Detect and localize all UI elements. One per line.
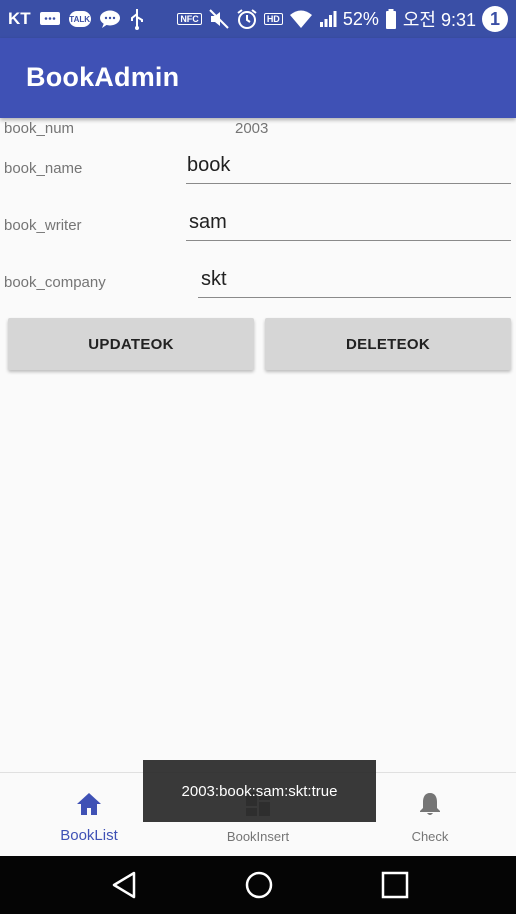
book-name-value: book	[187, 154, 231, 176]
nfc-icon: NFC	[177, 13, 202, 25]
book-num-label: book_num	[4, 120, 75, 137]
clock: 오전 9:31	[402, 10, 476, 30]
hd-icon: HD	[263, 13, 283, 25]
alarm-icon	[236, 8, 258, 30]
mute-icon	[208, 8, 230, 30]
usb-icon	[129, 8, 145, 30]
app-title: BookAdmin	[26, 62, 180, 92]
back-icon[interactable]	[104, 868, 144, 902]
screen: KT TALK NFC HD 52% 오전 9:31 1 BookAdmin b…	[0, 0, 516, 914]
toast-message: 2003:book:sam:skt:true	[143, 760, 376, 822]
book-writer-value: sam	[189, 211, 227, 233]
delete-button[interactable]: DELETEOK	[265, 318, 511, 370]
system-navigation-bar	[0, 856, 516, 914]
book-company-field[interactable]: skt	[198, 258, 511, 298]
battery-percent: 52%	[342, 8, 379, 29]
signal-icon	[319, 10, 337, 28]
book-company-value: skt	[201, 268, 227, 290]
book-writer-label: book_writer	[4, 217, 82, 234]
home-button-icon[interactable]	[239, 868, 279, 902]
nav-label-bookinsert: BookInsert	[226, 829, 290, 844]
book-name-label: book_name	[4, 160, 83, 177]
book-num-value: 2003	[235, 120, 269, 137]
chat-bubble-icon	[99, 9, 121, 29]
home-icon	[75, 791, 103, 817]
battery-icon	[385, 8, 397, 30]
status-bar: KT TALK NFC HD 52% 오전 9:31 1	[0, 0, 516, 38]
kakaotalk-icon: TALK	[68, 11, 91, 27]
book-writer-field[interactable]: sam	[186, 201, 511, 241]
bell-icon	[418, 791, 442, 817]
update-button[interactable]: UPDATEOK	[8, 318, 254, 370]
book-name-field[interactable]: book	[186, 144, 511, 184]
message-icon	[39, 10, 61, 28]
notification-count-badge: 1	[482, 6, 508, 32]
app-bar: BookAdmin	[0, 38, 516, 118]
book-company-label: book_company	[4, 274, 106, 291]
carrier-label: KT	[8, 9, 31, 28]
wifi-icon	[289, 9, 313, 29]
nav-label-check: Check	[411, 829, 449, 844]
nav-label-booklist: BookList	[60, 827, 118, 844]
recent-apps-icon[interactable]	[375, 868, 415, 902]
